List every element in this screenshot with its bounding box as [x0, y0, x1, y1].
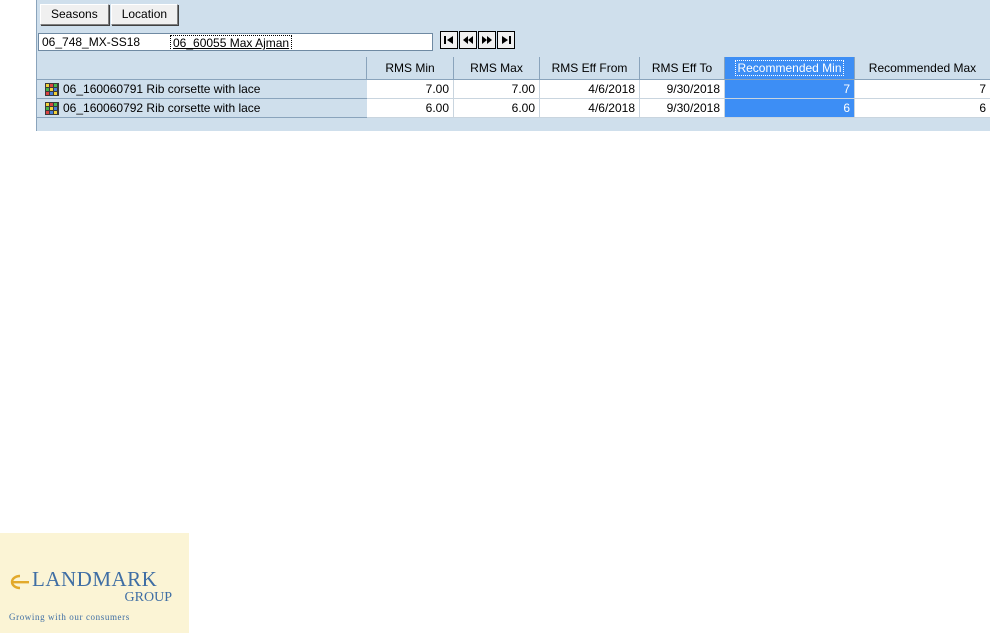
cell-rms-max[interactable]: 7.00 — [454, 80, 540, 99]
column-header-recommended-min[interactable]: Recommended Min — [725, 57, 855, 80]
column-header-rms-eff-to[interactable]: RMS Eff To — [640, 57, 725, 80]
record-navigator — [440, 31, 515, 49]
row-header-corner — [37, 57, 367, 80]
landmark-mark-icon — [9, 574, 31, 593]
previous-record-icon[interactable] — [459, 31, 477, 49]
row-label: 06_160060792 Rib corsette with lace — [63, 101, 261, 115]
column-header-rms-eff-from[interactable]: RMS Eff From — [540, 57, 640, 80]
column-header-rms-min[interactable]: RMS Min — [367, 57, 454, 80]
column-header-rms-max[interactable]: RMS Max — [454, 57, 540, 80]
cell-recommended-max[interactable]: 6 — [855, 99, 990, 118]
season-location-selector[interactable]: 06_748_MX-SS18 06_60055 Max Ajman — [38, 33, 433, 51]
cell-rms-eff-from[interactable]: 4/6/2018 — [540, 99, 640, 118]
row-header[interactable]: 06_160060791 Rib corsette with lace — [37, 80, 367, 99]
location-button[interactable]: Location — [110, 4, 179, 25]
filter-tabs: Seasons Location — [40, 4, 179, 25]
next-record-icon[interactable] — [478, 31, 496, 49]
seasons-button[interactable]: Seasons — [40, 4, 109, 25]
cell-rms-eff-from[interactable]: 4/6/2018 — [540, 80, 640, 99]
cell-rms-min[interactable]: 6.00 — [367, 99, 454, 118]
logo-name: LANDMARK — [32, 567, 158, 591]
row-label: 06_160060791 Rib corsette with lace — [63, 82, 261, 96]
table-row: 06_160060791 Rib corsette with lace 7.00… — [37, 80, 990, 99]
season-value: 06_748_MX-SS18 — [42, 35, 141, 49]
column-header-recommended-max[interactable]: Recommended Max — [855, 57, 990, 80]
last-record-icon[interactable] — [497, 31, 515, 49]
cell-recommended-min[interactable]: 6 — [725, 99, 855, 118]
row-header[interactable]: 06_160060792 Rib corsette with lace — [37, 99, 367, 118]
cell-rms-min[interactable]: 7.00 — [367, 80, 454, 99]
cell-recommended-max[interactable]: 7 — [855, 80, 990, 99]
location-value[interactable]: 06_60055 Max Ajman — [170, 35, 293, 50]
table-row: 06_160060792 Rib corsette with lace 6.00… — [37, 99, 990, 118]
cell-rms-eff-to[interactable]: 9/30/2018 — [640, 99, 725, 118]
logo-tagline: Growing with our consumers — [9, 612, 130, 622]
cell-rms-eff-to[interactable]: 9/30/2018 — [640, 80, 725, 99]
cell-rms-max[interactable]: 6.00 — [454, 99, 540, 118]
first-record-icon[interactable] — [440, 31, 458, 49]
app-window: Seasons Location 06_748_MX-SS18 06_60055… — [0, 0, 990, 633]
logo-group: GROUP — [124, 590, 172, 605]
landmark-group-logo: LANDMARK GROUP Growing with our consumer… — [0, 533, 189, 633]
cell-recommended-min[interactable]: 7 — [725, 80, 855, 99]
item-grid-icon — [44, 101, 60, 122]
allocation-grid-panel: Seasons Location 06_748_MX-SS18 06_60055… — [36, 0, 990, 131]
